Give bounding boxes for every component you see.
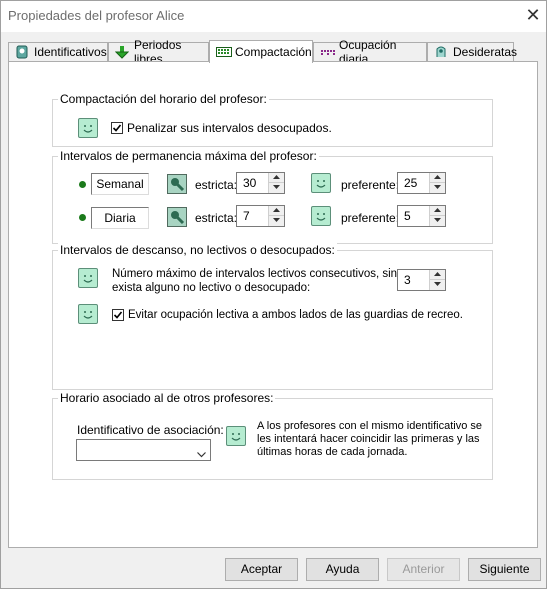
max-consecutivos-label: Número máximo de intervalos lectivos con… xyxy=(112,268,420,294)
daily-dots-icon xyxy=(320,45,335,59)
window-title: Propiedades del profesor Alice xyxy=(8,8,185,23)
siguiente-button[interactable]: Siguiente xyxy=(468,558,541,581)
identificativo-label: Identificativo de asociación: xyxy=(77,423,224,437)
semanal-estricta-value: 30 xyxy=(243,176,257,190)
semanal-preferente-label: preferente: xyxy=(341,178,400,192)
semanal-preferente-value: 25 xyxy=(404,176,418,190)
max-consecutivos-down-button[interactable] xyxy=(430,280,445,290)
diaria-preferente-up-button[interactable] xyxy=(430,206,445,216)
semanal-estricta-spinner[interactable]: 30 xyxy=(236,172,285,194)
smiley-icon xyxy=(78,304,98,324)
identificativo-combobox[interactable] xyxy=(76,439,211,461)
semanal-bullet xyxy=(79,181,86,188)
evitar-label: Evitar ocupación lectiva a ambos lados d… xyxy=(128,309,463,321)
id-card-icon xyxy=(15,45,29,59)
semanal-estricta-label: estricta: xyxy=(195,178,238,192)
aceptar-button[interactable]: Aceptar xyxy=(225,558,298,581)
penalizar-label: Penalizar sus intervalos desocupados. xyxy=(127,121,332,135)
smiley-icon xyxy=(311,173,331,193)
penalizar-checkbox[interactable] xyxy=(111,122,123,134)
compact-grid-icon xyxy=(216,45,232,59)
anterior-button[interactable]: Anterior xyxy=(387,558,460,581)
max-consecutivos-value: 3 xyxy=(404,273,411,287)
max-consecutivos-up-button[interactable] xyxy=(430,270,445,280)
semanal-estricta-up-button[interactable] xyxy=(269,173,284,183)
max-consecutivos-spinner[interactable]: 3 xyxy=(397,269,446,291)
semanal-estricta-down-button[interactable] xyxy=(269,183,284,193)
green-arrow-down-icon xyxy=(114,45,130,59)
tab-desideratas[interactable]: Desideratas xyxy=(427,42,517,61)
diaria-field: Diaria xyxy=(91,207,149,229)
diaria-estricta-down-button[interactable] xyxy=(269,216,284,226)
desiderata-icon xyxy=(434,45,448,59)
smiley-icon xyxy=(226,426,246,446)
diaria-estricta-label: estricta: xyxy=(195,211,238,225)
semanal-preferente-down-button[interactable] xyxy=(430,183,445,193)
group-asociado-title: Horario asociado al de otros profesores: xyxy=(58,391,276,405)
tab-compactacion[interactable]: Compactación xyxy=(209,40,313,63)
close-icon: ✕ xyxy=(525,5,541,25)
semanal-preferente-up-button[interactable] xyxy=(430,173,445,183)
smiley-icon xyxy=(78,268,98,288)
tab-periodos-libres[interactable]: Periodos libres xyxy=(108,38,209,66)
close-button[interactable]: ✕ xyxy=(521,3,545,27)
diaria-preferente-value: 5 xyxy=(404,209,411,223)
group-permanencia xyxy=(52,156,493,244)
diaria-preferente-down-button[interactable] xyxy=(430,216,445,226)
diaria-preferente-label: preferente: xyxy=(341,211,400,225)
diaria-estricta-value: 7 xyxy=(243,209,250,223)
tab-identificativos[interactable]: Identificativos xyxy=(8,42,108,61)
semanal-field: Semanal xyxy=(91,173,149,195)
group-permanencia-title: Intervalos de permanencia máxima del pro… xyxy=(58,149,319,163)
group-compactacion-title: Compactación del horario del profesor: xyxy=(58,92,269,106)
smiley-icon xyxy=(78,118,98,138)
group-descanso-title: Intervalos de descanso, no lectivos o de… xyxy=(58,243,337,257)
asociado-description: A los profesores con el mismo identifica… xyxy=(257,420,482,458)
diaria-preferente-spinner[interactable]: 5 xyxy=(397,205,446,227)
evitar-checkbox[interactable] xyxy=(112,309,124,321)
chevron-down-icon xyxy=(197,447,206,461)
diaria-estricta-up-button[interactable] xyxy=(269,206,284,216)
diaria-estricta-spinner[interactable]: 7 xyxy=(236,205,285,227)
semanal-preferente-spinner[interactable]: 25 xyxy=(397,172,446,194)
semanal-settings-button[interactable] xyxy=(167,174,187,194)
tab-ocupacion-diaria[interactable]: Ocupación diaria xyxy=(313,38,427,66)
ayuda-button[interactable]: Ayuda xyxy=(306,558,379,581)
diaria-bullet xyxy=(79,214,86,221)
diaria-settings-button[interactable] xyxy=(167,207,187,227)
smiley-icon xyxy=(311,206,331,226)
